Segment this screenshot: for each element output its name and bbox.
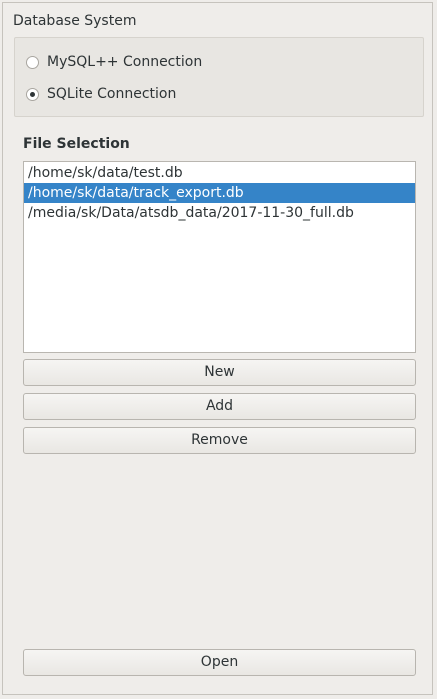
- sqlite-connection-radio[interactable]: SQLite Connection: [26, 84, 176, 104]
- open-button[interactable]: Open: [23, 649, 416, 676]
- file-list-item[interactable]: /home/sk/data/test.db: [24, 163, 415, 183]
- radio-checked-icon[interactable]: [26, 87, 39, 101]
- database-system-group: MySQL++ Connection SQLite Connection: [14, 37, 424, 117]
- database-system-title: Database System: [13, 13, 137, 29]
- new-button[interactable]: New: [23, 359, 416, 386]
- file-selection-title: File Selection: [23, 136, 130, 152]
- mysql-connection-label: MySQL++ Connection: [47, 54, 203, 70]
- file-list-item[interactable]: /media/sk/Data/atsdb_data/2017-11-30_ful…: [24, 203, 415, 223]
- add-button[interactable]: Add: [23, 393, 416, 420]
- radio-unchecked-icon[interactable]: [26, 55, 39, 69]
- sqlite-connection-label: SQLite Connection: [47, 86, 177, 102]
- file-list[interactable]: /home/sk/data/test.db /home/sk/data/trac…: [23, 161, 416, 353]
- file-list-item-selected[interactable]: /home/sk/data/track_export.db: [24, 183, 415, 203]
- remove-button[interactable]: Remove: [23, 427, 416, 454]
- mysql-connection-radio[interactable]: MySQL++ Connection: [26, 52, 202, 72]
